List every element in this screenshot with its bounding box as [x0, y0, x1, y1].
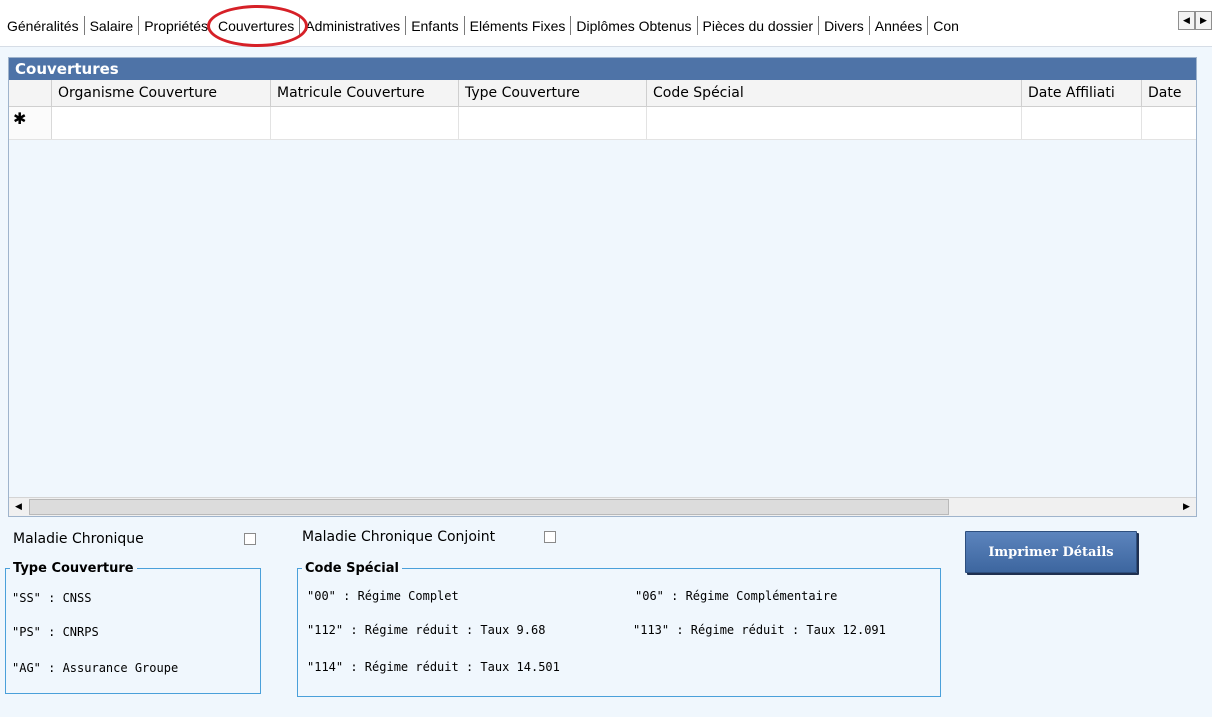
tab-scroll-right-icon[interactable]: ▶: [1195, 11, 1212, 30]
tab-divers[interactable]: Divers: [819, 17, 869, 35]
type-couverture-item: "AG" : Assurance Groupe: [12, 661, 179, 675]
tab-pieces-du-dossier[interactable]: Pièces du dossier: [698, 17, 819, 35]
code-special-item: "06" : Régime Complémentaire: [635, 589, 838, 603]
cell-matricule[interactable]: [271, 107, 459, 139]
tab-proprietes[interactable]: Propriétés: [139, 17, 213, 35]
grid-title: Couvertures: [9, 58, 1196, 80]
cell-date-affiliation[interactable]: [1022, 107, 1142, 139]
table-row-new[interactable]: ✱: [9, 107, 1196, 140]
tab-elements-fixes[interactable]: Eléments Fixes: [465, 17, 571, 35]
cell-type[interactable]: [459, 107, 647, 139]
code-special-legend: Code Spécial: [305, 561, 399, 576]
code-special-item: "112" : Régime réduit : Taux 9.68: [307, 623, 546, 637]
column-header-date-affiliation[interactable]: Date Affiliati: [1022, 80, 1142, 106]
tab-con[interactable]: Con: [928, 17, 964, 35]
tab-scroll-buttons: ◀ ▶: [1178, 11, 1212, 30]
cell-organisme[interactable]: [52, 107, 271, 139]
tab-diplomes-obtenus[interactable]: Diplômes Obtenus: [571, 17, 696, 35]
scroll-right-icon[interactable]: ▶: [1178, 499, 1195, 515]
code-special-item: "113" : Régime réduit : Taux 12.091: [633, 623, 886, 637]
imprimer-details-button[interactable]: Imprimer Détails: [965, 531, 1137, 573]
tab-salaire[interactable]: Salaire: [85, 17, 139, 35]
column-header-date[interactable]: Date: [1142, 80, 1196, 106]
couvertures-grid: Couvertures Organisme Couverture Matricu…: [8, 57, 1197, 517]
tab-couvertures[interactable]: Couvertures: [206, 4, 309, 47]
column-header-type[interactable]: Type Couverture: [459, 80, 647, 106]
tab-scroll-left-icon[interactable]: ◀: [1178, 11, 1195, 30]
cell-date[interactable]: [1142, 107, 1196, 139]
tab-strip: Généralités Salaire Propriétés Couvertur…: [0, 0, 1212, 47]
column-header-code-special[interactable]: Code Spécial: [647, 80, 1022, 106]
scrollbar-thumb[interactable]: [29, 499, 949, 515]
type-couverture-item: "PS" : CNRPS: [12, 625, 99, 639]
tab-generalites[interactable]: Généralités: [2, 17, 84, 35]
maladie-chronique-conjoint-label: Maladie Chronique Conjoint: [302, 529, 496, 545]
maladie-chronique-conjoint-checkbox[interactable]: [544, 531, 556, 543]
tab-administratives[interactable]: Administratives: [300, 17, 405, 35]
code-special-item: "00" : Régime Complet: [307, 589, 459, 603]
tab-annees[interactable]: Années: [870, 17, 927, 35]
type-couverture-item: "SS" : CNSS: [12, 591, 92, 605]
cell-code-special[interactable]: [647, 107, 1022, 139]
maladie-chronique-checkbox[interactable]: [244, 533, 256, 545]
scroll-left-icon[interactable]: ◀: [10, 499, 27, 515]
column-header-matricule[interactable]: Matricule Couverture: [271, 80, 459, 106]
grid-horizontal-scrollbar[interactable]: ◀ ▶: [9, 497, 1196, 516]
tab-list: Généralités Salaire Propriétés Couvertur…: [2, 4, 964, 47]
maladie-chronique-label: Maladie Chronique: [13, 531, 144, 547]
type-couverture-legend: Type Couverture: [13, 561, 134, 576]
employee-form: Généralités Salaire Propriétés Couvertur…: [0, 0, 1212, 717]
row-selector-header: [9, 80, 52, 106]
new-row-icon: ✱: [9, 107, 52, 139]
tab-enfants[interactable]: Enfants: [406, 17, 463, 35]
column-header-organisme[interactable]: Organisme Couverture: [52, 80, 271, 106]
code-special-item: "114" : Régime réduit : Taux 14.501: [307, 660, 560, 674]
grid-header: Organisme Couverture Matricule Couvertur…: [9, 80, 1196, 107]
